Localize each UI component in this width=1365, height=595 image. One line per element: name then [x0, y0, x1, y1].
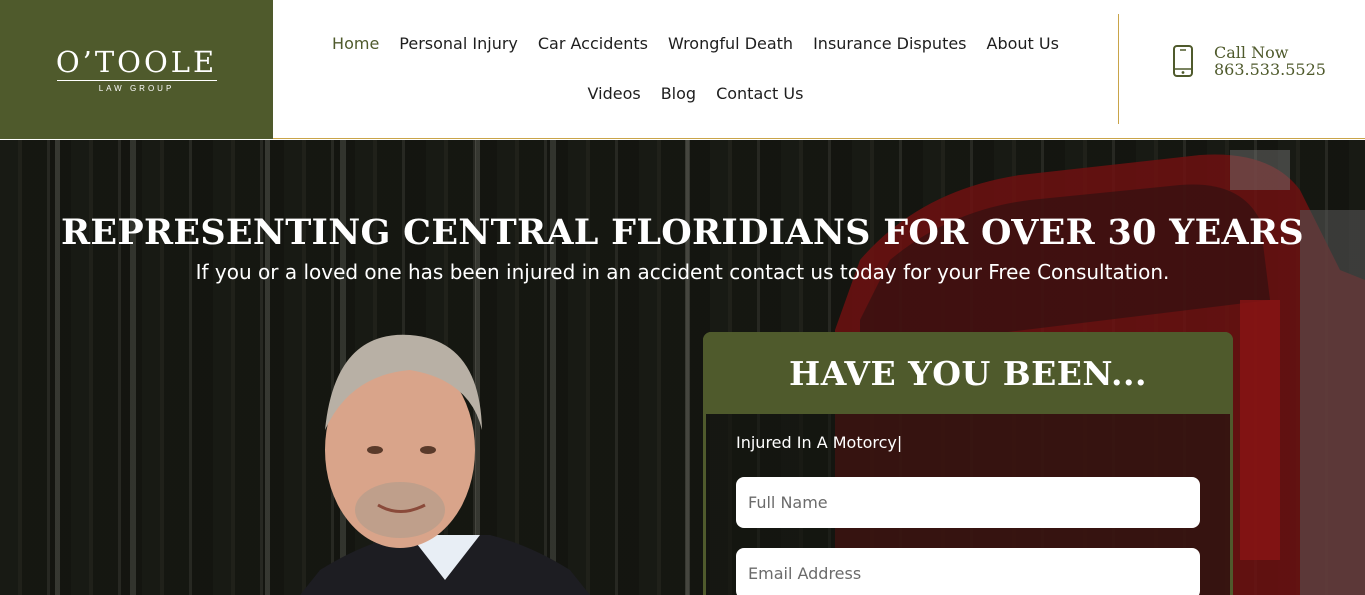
logo-name: O’TOOLE: [55, 44, 218, 79]
full-name-input[interactable]: [736, 477, 1200, 528]
nav-item-contact-us[interactable]: Contact Us: [706, 82, 813, 106]
nav-item-insurance-disputes[interactable]: Insurance Disputes: [803, 32, 976, 56]
form-header: HAVE YOU BEEN...: [703, 332, 1233, 414]
logo[interactable]: O’TOOLE LAW GROUP: [0, 0, 273, 139]
typed-text: Injured In A Motorcy|: [736, 433, 903, 452]
site-header: O’TOOLE LAW GROUP Home Personal Injury C…: [0, 0, 1365, 139]
nav-item-personal-injury[interactable]: Personal Injury: [389, 32, 528, 56]
attorney-photo: [300, 334, 590, 595]
hero-section: REPRESENTING CENTRAL FLORIDIANS FOR OVER…: [0, 140, 1365, 595]
call-text: Call Now 863.533.5525: [1214, 44, 1326, 78]
phone-icon: [1173, 45, 1193, 77]
call-phone-number[interactable]: 863.533.5525: [1214, 61, 1326, 78]
header-divider: [1118, 14, 1119, 124]
nav-item-about-us[interactable]: About Us: [977, 32, 1069, 56]
nav-item-home[interactable]: Home: [322, 32, 389, 56]
main-nav: Home Personal Injury Car Accidents Wrong…: [273, 0, 1118, 139]
nav-item-blog[interactable]: Blog: [651, 82, 706, 106]
call-now-link[interactable]: Call Now 863.533.5525: [1172, 44, 1326, 78]
email-input[interactable]: [736, 548, 1200, 595]
nav-item-wrongful-death[interactable]: Wrongful Death: [658, 32, 803, 56]
form-title: HAVE YOU BEEN...: [789, 353, 1147, 393]
nav-row-primary: Home Personal Injury Car Accidents Wrong…: [273, 32, 1118, 56]
nav-item-videos[interactable]: Videos: [578, 82, 651, 106]
logo-tagline: LAW GROUP: [98, 83, 175, 93]
hero-title: REPRESENTING CENTRAL FLORIDIANS FOR OVER…: [61, 212, 1304, 253]
nav-row-secondary: Videos Blog Contact Us: [273, 82, 1118, 106]
hero-subtitle: If you or a loved one has been injured i…: [195, 260, 1170, 284]
nav-item-car-accidents[interactable]: Car Accidents: [528, 32, 658, 56]
logo-divider: [56, 79, 217, 81]
consultation-form: HAVE YOU BEEN... Injured In A Motorcy|: [703, 332, 1233, 595]
call-label: Call Now: [1214, 43, 1289, 62]
